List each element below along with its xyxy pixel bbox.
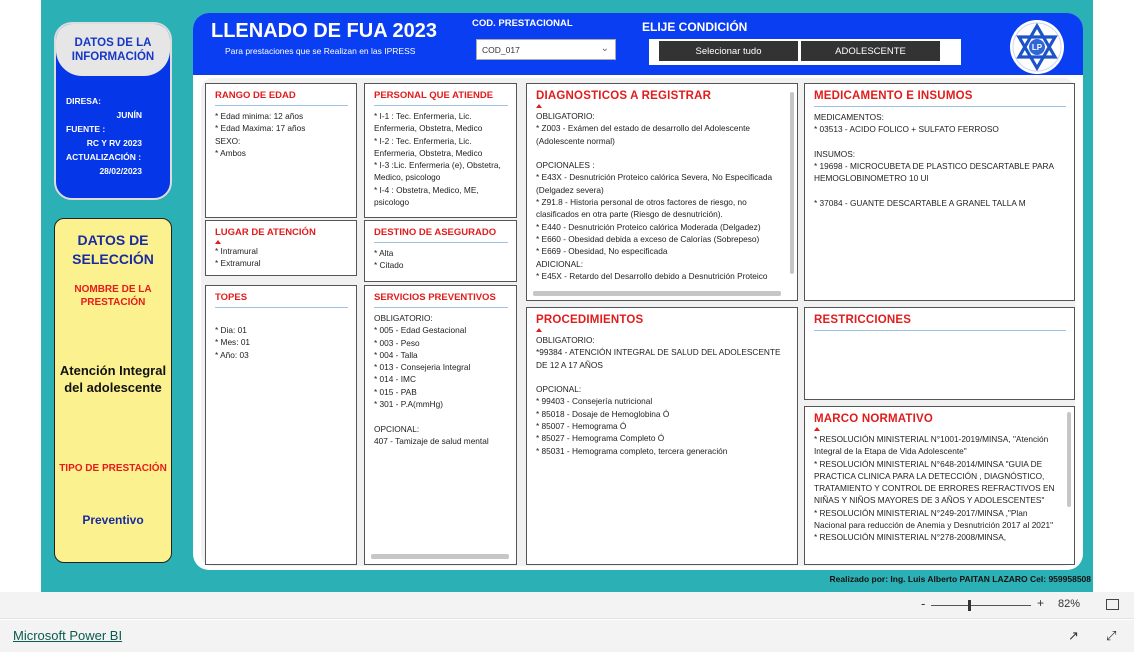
destino-card: DESTINO DE ASEGURADO * Alta * Citado (364, 220, 517, 282)
info-panel-header: DATOS DE LA INFORMACIÓN (56, 24, 170, 76)
lugar-atencion-body: * Intramural * Extramural (215, 246, 261, 269)
cod-prestacional-dropdown[interactable]: COD_017 ⌄ (476, 39, 616, 60)
diresa-value: JUNÍN (116, 110, 142, 120)
prestacion-type-label: TIPO DE PRESTACIÓN (59, 463, 167, 474)
procedimientos-body: OBLIGATORIO: *99384 - ATENCIÓN INTEGRAL … (536, 335, 781, 456)
sort-arrow-icon (536, 328, 542, 332)
page-title: LLENADO DE FUA 2023 (211, 20, 437, 42)
lugar-atencion-title: LUGAR DE ATENCIÓN (215, 227, 316, 238)
fullscreen-icon[interactable]: ⤢ (1106, 628, 1116, 644)
horizontal-scrollbar[interactable] (533, 291, 781, 296)
destino-title: DESTINO DE ASEGURADO (374, 227, 508, 243)
chevron-down-icon: ⌄ (600, 43, 609, 54)
cards-area: RANGO DE EDAD * Edad minima: 12 años * E… (201, 78, 1075, 566)
medicamento-body: MEDICAMENTOS: * 03513 - ACIDO FOLICO + S… (814, 112, 1054, 209)
zoom-percent: 82% (1058, 598, 1081, 610)
report-canvas: DATOS DE LA INFORMACIÓN DIRESA: JUNÍN FU… (41, 0, 1093, 592)
diagnosticos-body: OBLIGATORIO: * Z003 - Exámen del estado … (536, 111, 773, 281)
personal-title: PERSONAL QUE ATIENDE (374, 90, 508, 106)
selection-panel: DATOS DE SELECCIÓN NOMBRE DE LA PRESTACI… (54, 218, 172, 563)
topes-card: TOPES * Dia: 01 * Mes: 01 * Año: 03 (205, 285, 357, 565)
info-panel: DATOS DE LA INFORMACIÓN DIRESA: JUNÍN FU… (54, 22, 172, 200)
adolescente-button[interactable]: ADOLESCENTE (801, 41, 940, 61)
footer-bar: Microsoft Power BI ↗ ⤢ (0, 620, 1134, 652)
procedimientos-title: PROCEDIMIENTOS (536, 314, 644, 326)
rango-edad-body: * Edad minima: 12 años * Edad Maxima: 17… (215, 111, 306, 158)
diagnosticos-card: DIAGNOSTICOS A REGISTRAR OBLIGATORIO: * … (526, 83, 798, 301)
title-bar: LLENADO DE FUA 2023 Para prestaciones qu… (193, 13, 1083, 75)
procedimientos-card: PROCEDIMIENTOS OBLIGATORIO: *99384 - ATE… (526, 307, 798, 565)
rango-edad-title: RANGO DE EDAD (215, 90, 348, 106)
restricciones-card: RESTRICCIONES (804, 307, 1075, 400)
sort-arrow-icon (215, 240, 221, 244)
share-icon[interactable]: ↗ (1068, 628, 1079, 644)
diresa-label: DIRESA: (66, 96, 101, 106)
condicion-slicer: Selecionar tudo ADOLESCENTE (649, 39, 961, 65)
horizontal-scrollbar[interactable] (371, 554, 509, 559)
marco-normativo-body: * RESOLUCIÓN MINISTERIAL N°1001-2019/MIN… (814, 434, 1055, 543)
main-panel: LLENADO DE FUA 2023 Para prestaciones qu… (193, 13, 1083, 570)
prestacion-name-label: NOMBRE DE LA PRESTACIÓN (74, 284, 152, 308)
cod-prestacional-label: COD. PRESTACIONAL (472, 18, 573, 29)
actualizacion-value: 28/02/2023 (99, 166, 142, 176)
cod-prestacional-value: COD_017 (482, 45, 520, 55)
fit-to-page-icon[interactable] (1106, 599, 1119, 610)
sort-arrow-icon (814, 427, 820, 431)
topes-body: * Dia: 01 * Mes: 01 * Año: 03 (215, 325, 251, 360)
fuente-value: RC Y RV 2023 (86, 138, 142, 148)
servicios-card: SERVICIOS PREVENTIVOS OBLIGATORIO: * 005… (364, 285, 517, 565)
info-panel-body: DIRESA: JUNÍN FUENTE : RC Y RV 2023 ACTU… (66, 94, 164, 178)
page-subtitle: Para prestaciones que se Realizan en las… (225, 46, 416, 56)
logo-lettering: LP (1032, 43, 1043, 52)
author-credit: Realizado por: Ing. Luis Alberto PAITAN … (829, 574, 1092, 584)
marco-normativo-card: MARCO NORMATIVO * RESOLUCIÓN MINISTERIAL… (804, 406, 1075, 565)
medicamento-title: MEDICAMENTO E INSUMOS (814, 90, 1066, 107)
zoom-slider-thumb[interactable] (968, 600, 971, 611)
diagnosticos-title: DIAGNOSTICOS A REGISTRAR (536, 90, 712, 102)
prestacion-name-value: Atención Integral del adolescente (59, 363, 167, 395)
destino-body: * Alta * Citado (374, 248, 404, 271)
zoom-out-button[interactable]: - (921, 596, 925, 611)
servicios-title: SERVICIOS PREVENTIVOS (374, 292, 508, 308)
actualizacion-label: ACTUALIZACIÓN : (66, 152, 142, 162)
rango-edad-card: RANGO DE EDAD * Edad minima: 12 años * E… (205, 83, 357, 218)
zoom-in-button[interactable]: + (1037, 596, 1044, 610)
personal-body: * I-1 : Tec. Enfermeria, Lic. Enfermeria… (374, 111, 501, 208)
zoom-slider-track[interactable] (931, 605, 1031, 606)
fuente-label: FUENTE : (66, 124, 106, 134)
restricciones-title: RESTRICCIONES (814, 314, 1066, 331)
power-bi-link[interactable]: Microsoft Power BI (13, 628, 122, 643)
select-all-button[interactable]: Selecionar tudo (659, 41, 798, 61)
servicios-body: OBLIGATORIO: * 005 - Edad Gestacional * … (374, 313, 489, 446)
vertical-scrollbar[interactable] (790, 92, 794, 274)
prestacion-type-value: Preventivo (82, 513, 144, 527)
selection-title: DATOS DE SELECCIÓN (72, 232, 154, 267)
medicamento-card: MEDICAMENTO E INSUMOS MEDICAMENTOS: * 03… (804, 83, 1075, 301)
lugar-atencion-card: LUGAR DE ATENCIÓN * Intramural * Extramu… (205, 220, 357, 276)
vertical-scrollbar[interactable] (1067, 412, 1071, 507)
condicion-label: ELIJE CONDICIÓN (642, 20, 748, 34)
marco-normativo-title: MARCO NORMATIVO (814, 413, 934, 425)
personal-card: PERSONAL QUE ATIENDE * I-1 : Tec. Enferm… (364, 83, 517, 218)
topes-title: TOPES (215, 292, 348, 308)
star-of-david-logo-icon: LP (1010, 20, 1064, 74)
zoom-bar: - + 82% (0, 592, 1134, 619)
sort-arrow-icon (536, 104, 542, 108)
